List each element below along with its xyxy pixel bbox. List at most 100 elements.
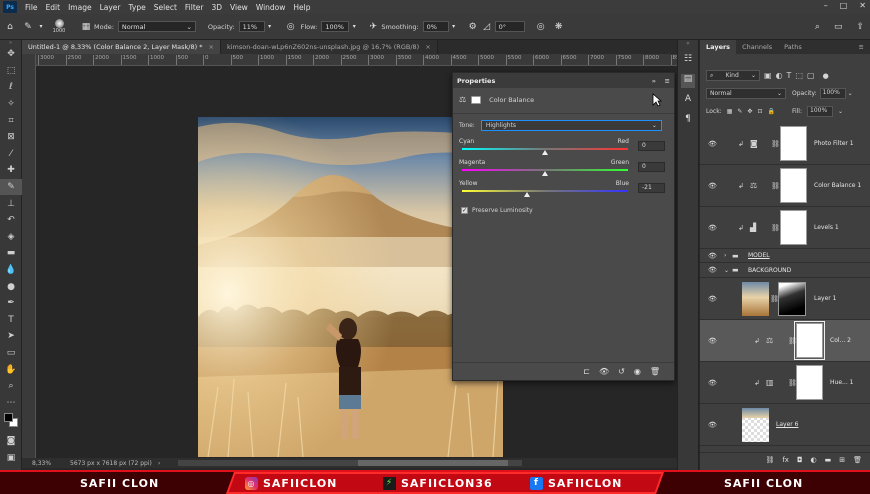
eyedropper-tool-icon[interactable]: ⁄ (0, 146, 22, 163)
eye-icon[interactable]: 👁 (708, 182, 717, 190)
workspace-icon[interactable]: ▭ (834, 22, 843, 32)
magenta-green-thumb[interactable] (542, 171, 548, 176)
chevron-down-icon[interactable]: ⌄ (848, 90, 853, 97)
eye-icon[interactable]: 👁 (708, 224, 717, 232)
chevron-down-icon[interactable]: ⌄ (838, 108, 843, 115)
shape-filter-icon[interactable]: ⬚ (795, 71, 803, 80)
frame-tool-icon[interactable]: ⊠ (0, 129, 22, 146)
menu-select[interactable]: Select (150, 3, 181, 12)
layer-name[interactable]: Photo Filter 1 (814, 140, 854, 147)
close-icon[interactable]: × (425, 43, 430, 51)
close-icon[interactable]: ✕ (859, 1, 866, 10)
more-tools-icon[interactable]: ⋯ (0, 394, 22, 411)
zoom-level[interactable]: 8,33% (22, 460, 60, 467)
hand-tool-icon[interactable]: ✋ (0, 361, 22, 378)
gradient-tool-icon[interactable]: ▬ (0, 245, 22, 262)
menu-view[interactable]: View (226, 3, 252, 12)
layer-row[interactable]: 👁 Layer 6 (700, 404, 870, 446)
layer-mask-thumbnail[interactable] (794, 321, 825, 360)
new-group-icon[interactable]: ▬ (825, 456, 832, 464)
pressure-opacity-icon[interactable]: ◎ (281, 22, 301, 32)
fill-input[interactable]: 100% (807, 106, 833, 117)
link-icon[interactable]: ⛓ (771, 140, 780, 148)
move-tool-icon[interactable]: ✥ (0, 46, 22, 63)
layer-thumbnail[interactable] (742, 408, 769, 442)
layer-name[interactable]: Layer 1 (814, 295, 836, 302)
angle-input[interactable]: 0° (494, 21, 525, 32)
chevron-right-icon[interactable]: › (724, 252, 726, 259)
layer-mask-thumbnail[interactable] (780, 168, 807, 203)
layer-name[interactable]: Levels 1 (814, 224, 839, 231)
fx-icon[interactable]: fx (782, 456, 789, 464)
mask-icon[interactable] (471, 95, 482, 104)
pressure-size-icon[interactable]: ◎ (531, 22, 551, 32)
layer-mask-thumbnail[interactable] (796, 365, 823, 400)
yellow-blue-thumb[interactable] (523, 192, 530, 197)
layer-row[interactable]: 👁 ↲ ⚖ ⛓ Color Balance 1 (700, 165, 870, 207)
layer-name[interactable]: Color Balance 1 (814, 182, 861, 189)
adjustment-filter-icon[interactable]: ◐ (776, 71, 783, 80)
search-icon[interactable]: ⌕ (815, 22, 820, 32)
eye-icon[interactable]: 👁 (708, 252, 717, 260)
view-previous-icon[interactable]: 👁 (599, 367, 609, 376)
zoom-tool-icon[interactable]: ⌕ (0, 378, 22, 395)
opacity-input[interactable]: 11% (238, 21, 265, 32)
eye-icon[interactable]: 👁 (708, 337, 717, 345)
horizontal-scrollbar[interactable] (178, 460, 522, 466)
link-icon[interactable]: ⛓ (771, 224, 780, 232)
eye-icon[interactable]: 👁 (708, 266, 717, 274)
panel-menu-icon[interactable]: ≡ (665, 77, 670, 85)
chevron-right-icon[interactable]: › (158, 460, 160, 467)
link-layers-icon[interactable]: ⛓ (765, 456, 774, 464)
scrollbar-thumb[interactable] (358, 460, 508, 466)
menu-layer[interactable]: Layer (96, 3, 125, 12)
chevron-down-icon[interactable]: ▾ (36, 23, 46, 30)
link-icon[interactable]: ⛓ (771, 182, 780, 190)
yellow-blue-track[interactable] (462, 190, 628, 192)
chevron-down-icon[interactable]: ⌄ (724, 267, 729, 274)
chevron-down-icon[interactable]: ▾ (349, 23, 359, 30)
eye-icon[interactable]: 👁 (708, 379, 717, 387)
menu-3d[interactable]: 3D (207, 3, 226, 12)
eraser-tool-icon[interactable]: ◈ (0, 229, 22, 246)
close-icon[interactable]: × (208, 43, 213, 51)
collapse-icon[interactable]: « (678, 40, 698, 50)
layer-name[interactable]: Hue... 1 (830, 379, 853, 386)
eye-icon[interactable]: 👁 (708, 140, 717, 148)
layer-group-row[interactable]: 👁 ⌄ ▬ BACKGROUND (700, 263, 870, 278)
lock-position-icon[interactable]: ✥ (747, 108, 752, 115)
magenta-green-value[interactable]: 0 (638, 162, 665, 172)
layer-name[interactable]: Layer 6 (776, 421, 798, 428)
menu-filter[interactable]: Filter (181, 3, 208, 12)
smoothing-input[interactable]: 0% (422, 21, 449, 32)
layer-filter-select[interactable]: ⌕ Kind ⌄ (706, 70, 760, 81)
new-layer-icon[interactable]: ⊞ (839, 456, 845, 464)
layer-mask-thumbnail[interactable] (780, 210, 807, 245)
tab-untitled[interactable]: Untitled-1 @ 8,33% (Color Balance 2, Lay… (22, 40, 221, 54)
history-icon[interactable]: ☷ (681, 54, 695, 68)
collapse-icon[interactable]: » (652, 77, 656, 85)
character-icon[interactable]: A (681, 94, 695, 108)
layer-row[interactable]: 👁 ↲ ◙ ⛓ Photo Filter 1 (700, 123, 870, 165)
menu-file[interactable]: File (21, 3, 42, 12)
menu-image[interactable]: Image (64, 3, 96, 12)
paragraph-icon[interactable]: ¶ (681, 114, 695, 128)
group-name[interactable]: MODEL (748, 252, 770, 259)
group-name[interactable]: BACKGROUND (748, 267, 791, 274)
crop-tool-icon[interactable]: ⌗ (0, 112, 22, 129)
symmetry-icon[interactable]: ❋ (551, 22, 567, 32)
menu-help[interactable]: Help (289, 3, 314, 12)
menu-window[interactable]: Window (252, 3, 290, 12)
dodge-tool-icon[interactable]: ● (0, 278, 22, 295)
blend-mode-select[interactable]: Normal ⌄ (706, 88, 786, 99)
panel-menu-icon[interactable]: ≡ (853, 40, 870, 54)
maximize-icon[interactable]: □ (840, 1, 848, 10)
path-selection-tool-icon[interactable]: ➤ (0, 328, 22, 345)
foreground-color-swatch[interactable] (4, 413, 13, 423)
new-adjustment-icon[interactable]: ◐ (811, 456, 817, 464)
flow-input[interactable]: 100% (321, 21, 350, 32)
home-icon[interactable]: ⌂ (0, 22, 20, 32)
brush-settings-icon[interactable]: ▦ (78, 22, 94, 32)
pixel-filter-icon[interactable]: ▣ (764, 71, 772, 80)
smoothing-settings-icon[interactable]: ⚙ (465, 22, 481, 32)
